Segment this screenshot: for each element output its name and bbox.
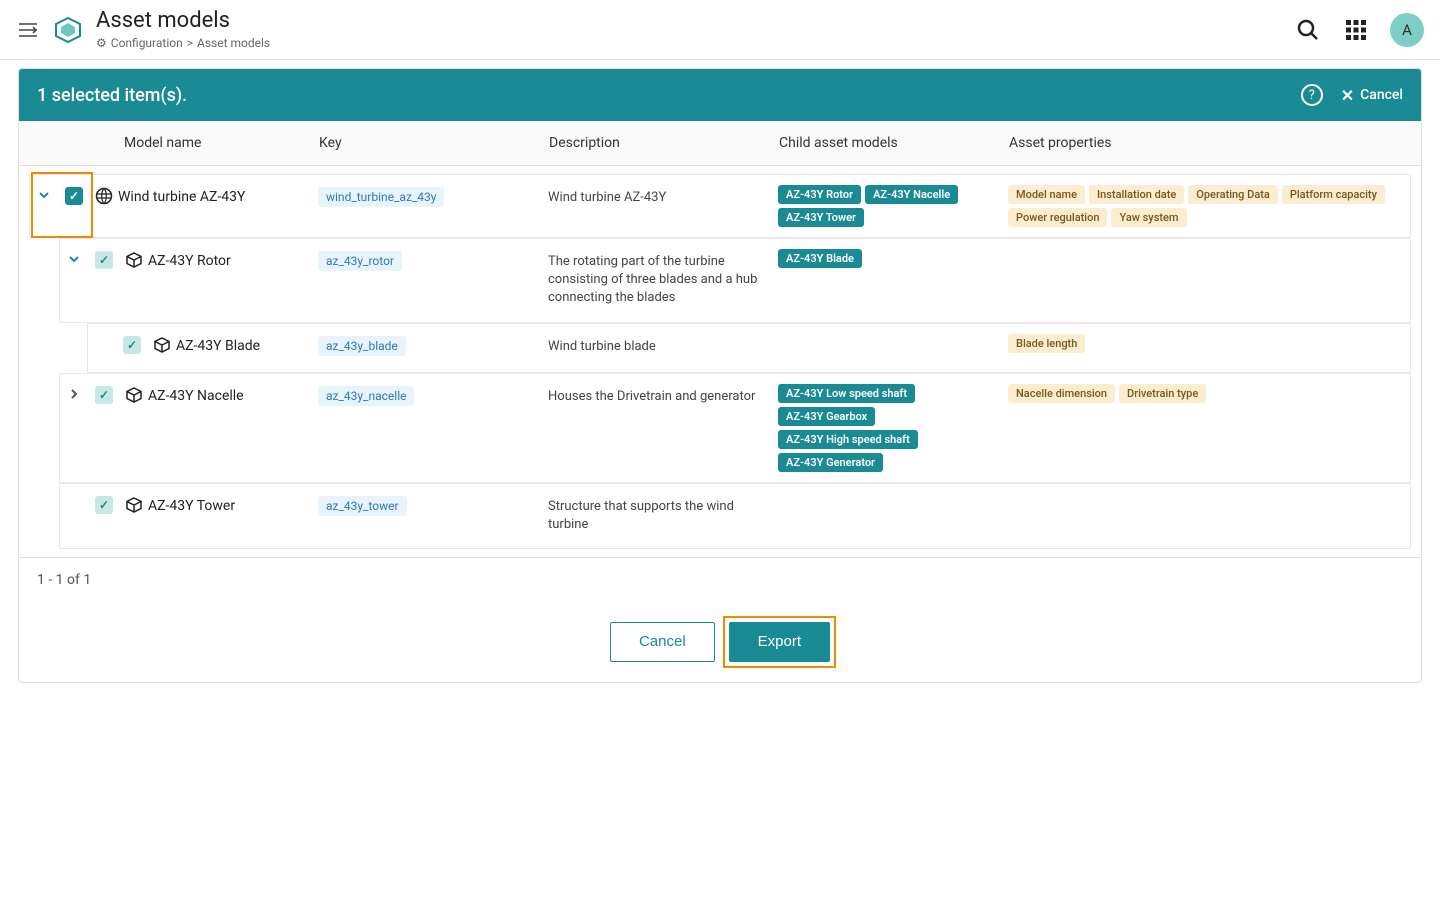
property-badge[interactable]: Model name <box>1008 185 1085 204</box>
app-header: Asset models ⚙ Configuration > Asset mod… <box>0 0 1440 60</box>
breadcrumb-root[interactable]: Configuration <box>111 36 183 50</box>
table-row[interactable]: ✓Wind turbine AZ-43Ywind_turbine_az_43yW… <box>29 174 1411 238</box>
property-badge[interactable]: Blade length <box>1008 334 1085 353</box>
asset-properties-cell: Model nameInstallation dateOperating Dat… <box>1008 175 1410 237</box>
apps-grid-icon[interactable] <box>1342 16 1370 44</box>
property-badge[interactable]: Platform capacity <box>1282 185 1385 204</box>
close-icon: ✕ <box>1341 86 1354 105</box>
selection-count-label: 1 selected item(s). <box>37 85 1301 106</box>
child-models-cell <box>778 484 1008 504</box>
cube-icon <box>148 324 176 354</box>
cube-icon <box>120 239 148 269</box>
checkbox[interactable]: ✓ <box>95 496 113 514</box>
model-name[interactable]: AZ-43Y Nacelle <box>148 374 318 418</box>
child-model-badge[interactable]: AZ-43Y Gearbox <box>778 407 875 426</box>
model-key-badge: az_43y_rotor <box>318 251 402 271</box>
model-key-badge: az_43y_nacelle <box>318 386 414 406</box>
child-models-cell: AZ-43Y RotorAZ-43Y NacelleAZ-43Y Tower <box>778 175 1008 237</box>
model-description: Wind turbine AZ-43Y <box>548 175 778 221</box>
model-name[interactable]: AZ-43Y Tower <box>148 484 318 528</box>
child-models-cell: AZ-43Y Low speed shaft AZ-43Y Gearbox AZ-4… <box>778 374 1008 482</box>
model-key-badge: az_43y_tower <box>318 496 407 516</box>
child-model-badge[interactable]: AZ-43Y Tower <box>778 208 864 227</box>
help-icon[interactable]: ? <box>1301 84 1323 106</box>
breadcrumb-current: Asset models <box>197 36 270 50</box>
menu-toggle-icon[interactable] <box>16 18 40 42</box>
chevron-down-icon[interactable] <box>68 253 80 265</box>
chevron-right-icon[interactable] <box>68 388 80 400</box>
breadcrumb: ⚙ Configuration > Asset models <box>96 36 1294 50</box>
page-title: Asset models <box>96 9 1294 33</box>
globe-icon <box>90 175 118 205</box>
app-logo-icon <box>52 14 84 46</box>
col-header-key[interactable]: Key <box>319 135 549 151</box>
selection-panel: 1 selected item(s). ? ✕ Cancel Model nam… <box>18 68 1422 683</box>
child-model-badge[interactable]: AZ-43Y Nacelle <box>865 185 958 204</box>
column-headers: Model name Key Description Child asset m… <box>19 121 1421 166</box>
checkbox[interactable]: ✓ <box>95 251 113 269</box>
chevron-down-icon[interactable] <box>38 189 50 201</box>
property-badge[interactable]: Drivetrain type <box>1119 384 1206 403</box>
user-avatar[interactable]: A <box>1390 13 1424 47</box>
check-icon: ✓ <box>127 338 137 352</box>
checkbox[interactable]: ✓ <box>123 336 141 354</box>
property-badge[interactable]: Power regulation <box>1008 208 1107 227</box>
child-model-badge[interactable]: AZ-43Y Low speed shaft <box>778 384 915 403</box>
col-header-asset-properties[interactable]: Asset properties <box>1009 135 1411 151</box>
col-header-description[interactable]: Description <box>549 135 779 151</box>
check-icon: ✓ <box>99 253 109 267</box>
cancel-button[interactable]: Cancel <box>610 622 715 662</box>
property-badge[interactable]: Nacelle dimension <box>1008 384 1115 403</box>
search-icon[interactable] <box>1294 16 1322 44</box>
gear-icon: ⚙ <box>96 36 107 50</box>
pagination: 1 - 1 of 1 <box>19 557 1421 602</box>
check-icon: ✓ <box>69 189 79 203</box>
model-key-badge: az_43y_blade <box>318 336 406 356</box>
selection-cancel-button[interactable]: ✕ Cancel <box>1341 86 1403 105</box>
property-badge[interactable]: Yaw system <box>1111 208 1186 227</box>
model-name[interactable]: AZ-43Y Rotor <box>148 239 318 283</box>
cube-icon <box>120 374 148 404</box>
child-model-badge[interactable]: AZ-43Y Rotor <box>778 185 861 204</box>
selection-bar: 1 selected item(s). ? ✕ Cancel <box>19 69 1421 121</box>
check-icon: ✓ <box>99 498 109 512</box>
child-model-badge[interactable]: AZ-43Y High speed shaft <box>778 430 918 449</box>
tree-rows: ✓Wind turbine AZ-43Ywind_turbine_az_43yW… <box>19 166 1421 557</box>
table-row[interactable]: ✓ AZ-43Y Toweraz_43y_tower Structure that … <box>59 483 1411 549</box>
child-model-badge[interactable]: AZ-43Y Generator <box>778 453 883 472</box>
model-key-badge: wind_turbine_az_43y <box>318 187 444 207</box>
asset-properties-cell <box>1008 239 1410 259</box>
pagination-summary: 1 - 1 of 1 <box>37 572 91 588</box>
cube-icon <box>120 484 148 514</box>
child-models-cell: AZ-43Y Blade <box>778 239 1008 278</box>
table-row[interactable]: ✓ AZ-43Y Rotoraz_43y_rotor The rotating pa… <box>59 238 1411 323</box>
check-icon: ✓ <box>99 388 109 402</box>
checkbox[interactable]: ✓ <box>95 386 113 404</box>
model-description: The rotating part of the turbine consist… <box>548 239 778 322</box>
model-description: Houses the Drivetrain and generator <box>548 374 778 420</box>
asset-properties-cell: Nacelle dimensionDrivetrain type <box>1008 374 1410 413</box>
child-model-badge[interactable]: AZ-43Y Blade <box>778 249 862 268</box>
action-bar: Cancel Export <box>19 602 1421 682</box>
model-name[interactable]: AZ-43Y Blade <box>176 324 318 368</box>
table-row[interactable]: ✓ AZ-43Y Nacelleaz_43y_nacelle Houses the … <box>59 373 1411 483</box>
model-description: Structure that supports the wind turbine <box>548 484 778 548</box>
property-badge[interactable]: Operating Data <box>1188 185 1278 204</box>
export-button[interactable]: Export <box>729 622 830 662</box>
model-description: Wind turbine blade <box>548 324 778 370</box>
col-header-child-models[interactable]: Child asset models <box>779 135 1009 151</box>
property-badge[interactable]: Installation date <box>1089 185 1184 204</box>
selection-cancel-label: Cancel <box>1360 87 1403 103</box>
asset-properties-cell <box>1008 484 1410 504</box>
child-models-cell <box>778 324 1008 344</box>
table-row[interactable]: ✓ AZ-43Y Bladeaz_43y_blade Wind turbine bl… <box>87 323 1411 373</box>
model-name[interactable]: Wind turbine AZ-43Y <box>118 175 318 219</box>
breadcrumb-sep: > <box>187 36 193 50</box>
col-header-model-name[interactable]: Model name <box>29 135 319 151</box>
checkbox[interactable]: ✓ <box>65 187 83 205</box>
asset-properties-cell: Blade length <box>1008 324 1410 363</box>
